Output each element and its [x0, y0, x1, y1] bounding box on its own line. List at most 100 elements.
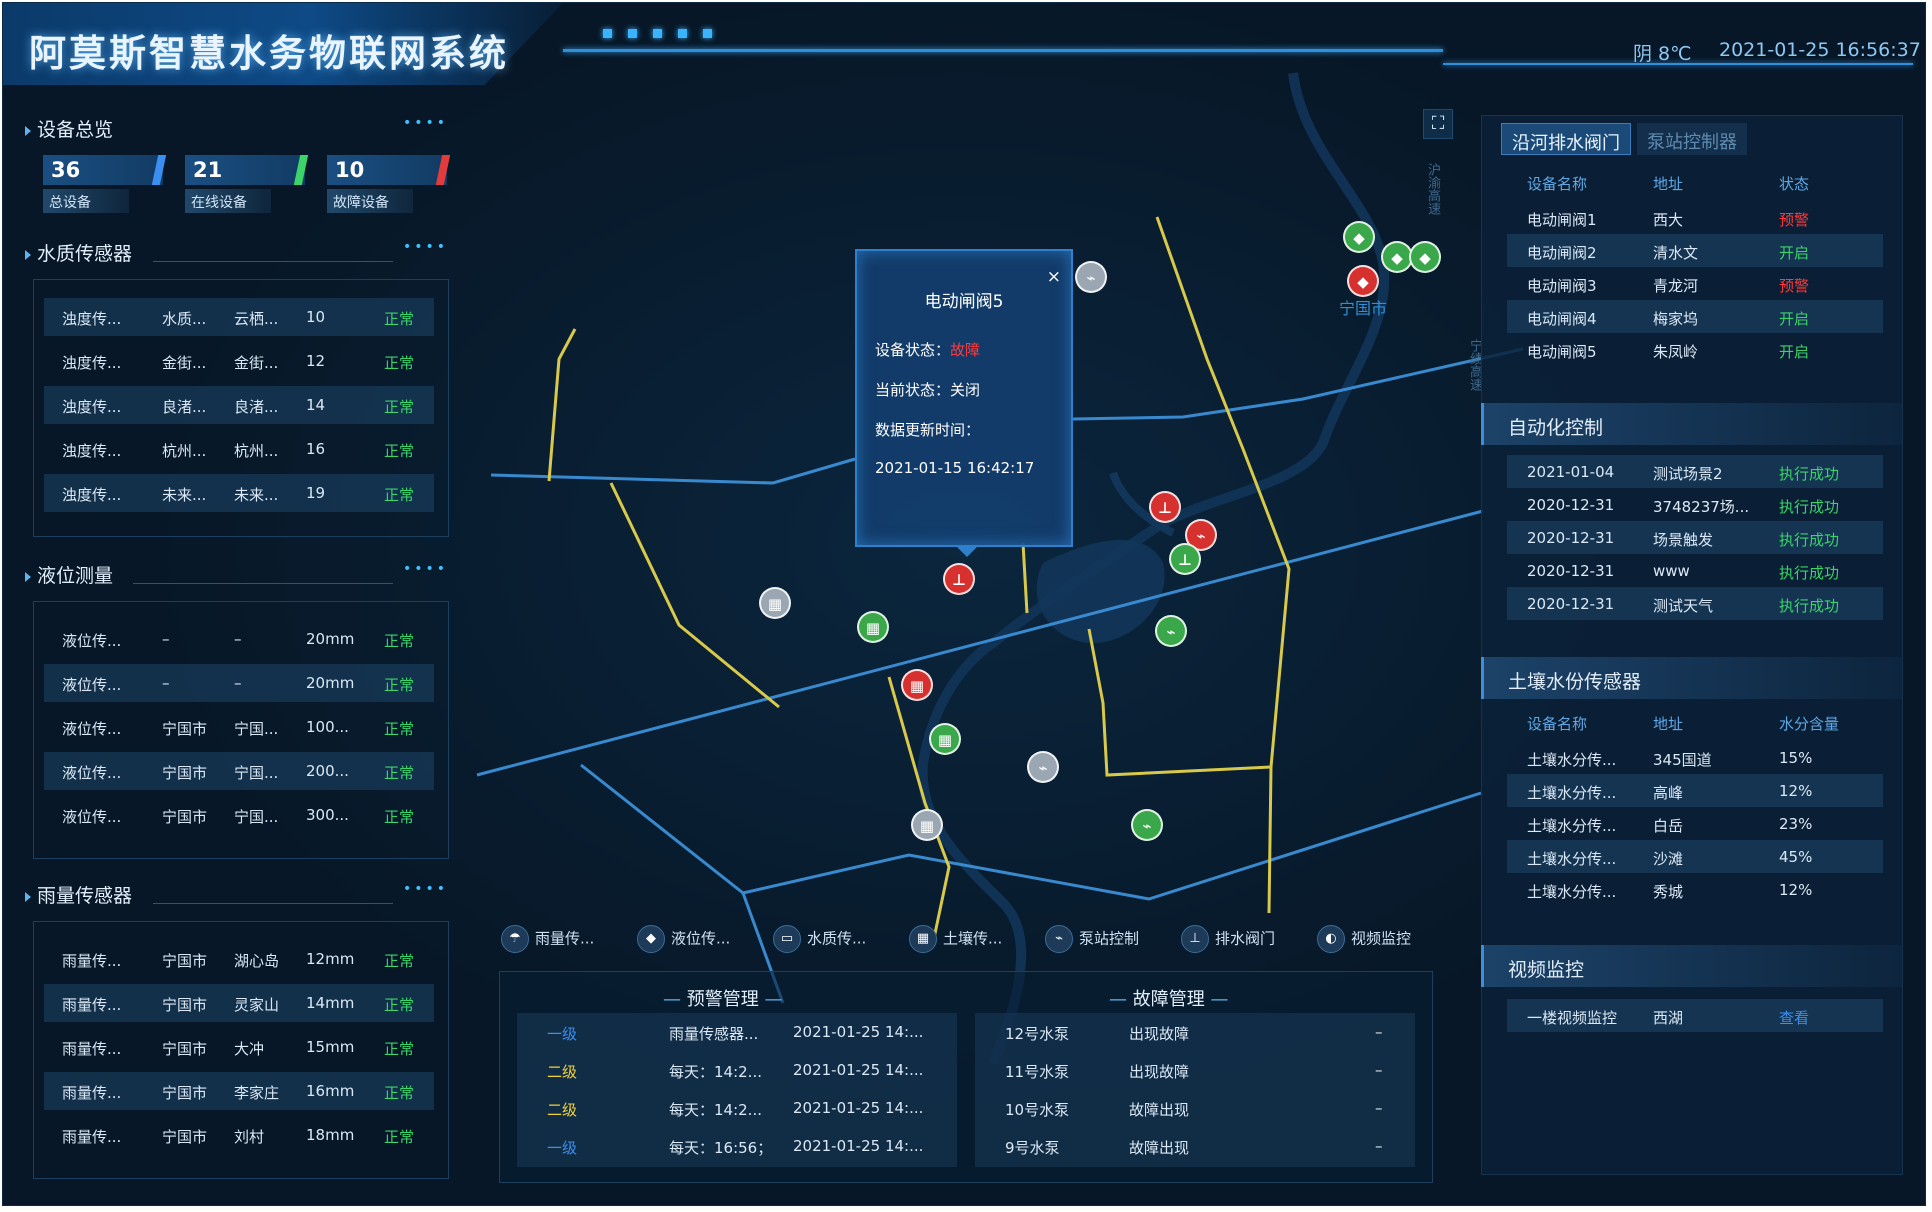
table-row[interactable]: 2020-12-31 www 执行成功	[1507, 554, 1883, 587]
cell-location: 金街...	[234, 354, 279, 372]
table-row[interactable]: 电动闸阀2 清水文 开启	[1507, 234, 1883, 267]
map-pin-valve[interactable]: ◆	[1343, 221, 1375, 253]
table-row[interactable]: 电动闸阀5 朱凤岭 开启	[1507, 333, 1883, 366]
close-icon[interactable]: ×	[1047, 267, 1061, 287]
map-pin-monitor[interactable]: ▦	[929, 723, 961, 755]
map-pin-monitor[interactable]: ▦	[901, 669, 933, 701]
cell-status: 预警	[1779, 211, 1810, 229]
table-row[interactable]: 10号水泵 故障出现 –	[975, 1089, 1415, 1127]
table-row[interactable]: 9号水泵 故障出现 –	[975, 1127, 1415, 1165]
table-row[interactable]: 浊度传... 良渚... 良渚... 14 正常	[44, 386, 434, 424]
table-row[interactable]: 二级 每天：14:2... 2021-01-25 14:...	[517, 1089, 957, 1127]
layer-toggle-rain[interactable]: ☂ 雨量传...	[501, 925, 594, 953]
title-dash: —	[1109, 989, 1133, 1010]
table-row[interactable]: 雨量传... 宁国市 湖心岛 12mm 正常	[44, 940, 434, 978]
layer-label: 泵站控制	[1079, 929, 1140, 948]
cell-status: 正常	[384, 720, 415, 738]
map-pin-monitor[interactable]: ▦	[759, 587, 791, 619]
table-row[interactable]: 一楼视频监控 西湖 查看	[1507, 999, 1883, 1032]
cell-device: 11号水泵	[1005, 1063, 1070, 1081]
cell-area: 良渚...	[162, 398, 207, 416]
table-row[interactable]: 土壤水分传... 秀城 12%	[1507, 873, 1883, 906]
table-row[interactable]: 浊度传... 未来... 未来... 19 正常	[44, 474, 434, 512]
fullscreen-icon[interactable]: ⛶	[1423, 109, 1453, 139]
cell-desc: 故障出现	[1129, 1101, 1190, 1119]
layer-toggle-soil[interactable]: ▦ 土壤传...	[909, 925, 1002, 953]
map-pin-pump[interactable]: ⌁	[1155, 615, 1187, 647]
header-moisture: 水分含量	[1779, 715, 1840, 733]
stat-total-value: 36	[43, 155, 167, 185]
layer-toggle-valve[interactable]: ⊥ 排水阀门	[1181, 925, 1275, 953]
cell-scene: 3748237场...	[1653, 498, 1750, 516]
view-link[interactable]: 查看	[1779, 1007, 1809, 1028]
table-row[interactable]: 浊度传... 水质... 云栖... 10 正常	[44, 298, 434, 336]
device-popup: × 电动闸阀5 设备状态：故障 当前状态：关闭 数据更新时间： 2021-01-…	[855, 249, 1073, 557]
map-pin-monitor[interactable]: ▦	[911, 809, 943, 841]
table-row[interactable]: 雨量传... 宁国市 灵家山 14mm 正常	[44, 984, 434, 1022]
cell-address: 青龙河	[1653, 277, 1699, 295]
tab-pump-controllers[interactable]: 泵站控制器	[1637, 123, 1747, 155]
cell-content: 每天：14:2...	[669, 1063, 762, 1081]
table-row[interactable]: 一级 雨量传感器... 2021-01-25 14:...	[517, 1013, 957, 1051]
table-row[interactable]: 液位传... – – 20mm 正常	[44, 620, 434, 658]
map-pin-valve[interactable]: ◆	[1409, 241, 1441, 273]
table-row[interactable]: 电动闸阀1 西大 预警	[1507, 201, 1883, 234]
table-row[interactable]: 浊度传... 金街... 金街... 12 正常	[44, 342, 434, 380]
layer-toggle-level[interactable]: ◆ 液位传...	[637, 925, 730, 953]
table-row[interactable]: 雨量传... 宁国市 大冲 15mm 正常	[44, 1028, 434, 1066]
table-row[interactable]: 液位传... 宁国市 宁国... 200... 正常	[44, 752, 434, 790]
section-overview-title: 设备总览	[25, 115, 113, 142]
map-pin-monitor[interactable]: ▦	[857, 611, 889, 643]
map-pin-valve[interactable]: ◆	[1347, 265, 1379, 297]
tab-drain-valves[interactable]: 沿河排水阀门	[1501, 123, 1631, 155]
table-row[interactable]: 电动闸阀3 青龙河 预警	[1507, 267, 1883, 300]
layer-toggle-camera[interactable]: ◐ 视频监控	[1317, 925, 1411, 953]
cell-status: 正常	[384, 808, 415, 826]
cell-date: 2020-12-31	[1527, 529, 1615, 547]
section-line	[153, 903, 393, 904]
table-row[interactable]: 12号水泵 出现故障 –	[975, 1013, 1415, 1051]
cell-location: 湖心岛	[234, 952, 280, 970]
cell-content: 每天：16:56；	[669, 1139, 773, 1157]
map-pin-gate[interactable]: ⊥	[1149, 491, 1181, 523]
table-row[interactable]: 2020-12-31 3748237场... 执行成功	[1507, 488, 1883, 521]
table-row[interactable]: 液位传... – – 20mm 正常	[44, 664, 434, 702]
stat-total: 36 总设备	[43, 155, 167, 213]
table-row[interactable]: 土壤水分传... 345国道 15%	[1507, 741, 1883, 774]
cell-value: 12mm	[306, 950, 355, 968]
cell-value: 16	[306, 440, 326, 458]
table-row[interactable]: 二级 每天：14:2... 2021-01-25 14:...	[517, 1051, 957, 1089]
cell-name: 浊度传...	[62, 398, 122, 416]
water-quality-table: 浊度传... 水质... 云栖... 10 正常 浊度传... 金街... 金街... 12 正…	[33, 279, 449, 537]
map-pin-pump[interactable]: ⌁	[1075, 261, 1107, 293]
header-address: 地址	[1653, 175, 1684, 193]
map-pin-gate[interactable]: ⊥	[943, 563, 975, 595]
map-pin-pump[interactable]: ⌁	[1131, 809, 1163, 841]
layer-toggle-quality[interactable]: ▭ 水质传...	[773, 925, 866, 953]
table-row[interactable]: 雨量传... 宁国市 刘村 18mm 正常	[44, 1116, 434, 1154]
table-row[interactable]: 一级 每天：16:56； 2021-01-25 14:...	[517, 1127, 957, 1165]
map-pin-pump[interactable]: ⌁	[1027, 751, 1059, 783]
table-row[interactable]: 2020-12-31 场景触发 执行成功	[1507, 521, 1883, 554]
cell-name: 土壤水分传...	[1527, 784, 1617, 802]
table-row[interactable]: 2021-01-04 测试场景2 执行成功	[1507, 455, 1883, 488]
cell-result: 执行成功	[1779, 597, 1840, 615]
cell-extra: –	[1375, 1137, 1383, 1155]
table-row[interactable]: 2020-12-31 测试天气 执行成功	[1507, 587, 1883, 620]
layer-toggle-pump[interactable]: ⌁ 泵站控制	[1045, 925, 1139, 953]
cell-name: 液位传...	[62, 676, 122, 694]
table-row[interactable]: 土壤水分传... 白岳 23%	[1507, 807, 1883, 840]
cell-area: 杭州...	[162, 442, 207, 460]
table-row[interactable]: 电动闸阀4 梅家坞 开启	[1507, 300, 1883, 333]
map-pin-gate[interactable]: ⊥	[1169, 543, 1201, 575]
table-row[interactable]: 土壤水分传... 高峰 12%	[1507, 774, 1883, 807]
title-dash: —	[1204, 989, 1229, 1010]
faults-title-text: 故障管理	[1132, 989, 1205, 1010]
table-row[interactable]: 11号水泵 出现故障 –	[975, 1051, 1415, 1089]
table-row[interactable]: 液位传... 宁国市 宁国... 300... 正常	[44, 796, 434, 834]
cell-status: 正常	[384, 676, 415, 694]
table-row[interactable]: 雨量传... 宁国市 李家庄 16mm 正常	[44, 1072, 434, 1110]
table-row[interactable]: 土壤水分传... 沙滩 45%	[1507, 840, 1883, 873]
table-row[interactable]: 液位传... 宁国市 宁国... 100... 正常	[44, 708, 434, 746]
table-row[interactable]: 浊度传... 杭州... 杭州... 16 正常	[44, 430, 434, 468]
